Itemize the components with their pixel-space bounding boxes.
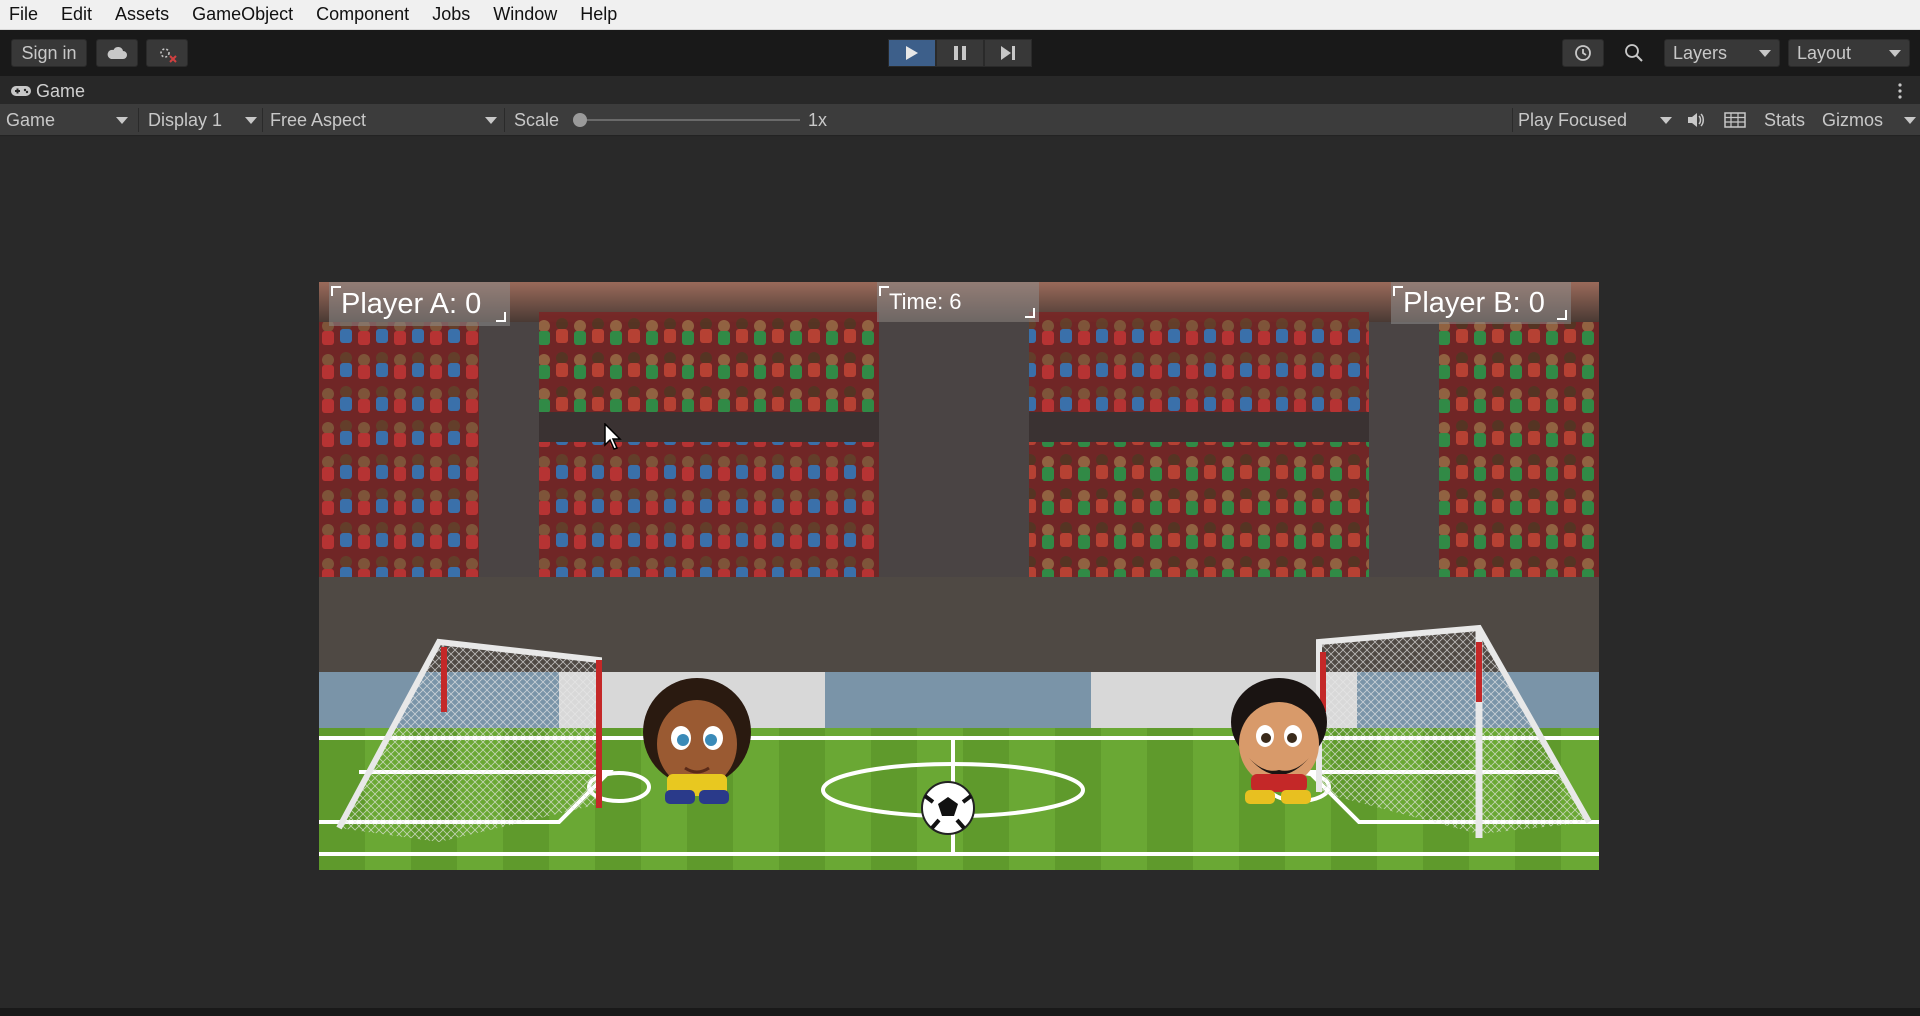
mute-audio-toggle[interactable]: [1686, 104, 1706, 136]
history-button[interactable]: [1562, 39, 1604, 67]
scale-slider-thumb[interactable]: [573, 113, 587, 127]
play-icon: [906, 46, 918, 60]
scale-slider-track[interactable]: [576, 119, 800, 121]
stats-button[interactable]: Stats: [1764, 104, 1805, 136]
crowd-section: [1029, 312, 1369, 412]
more-options-icon[interactable]: [1894, 82, 1906, 100]
soccer-scene: [319, 282, 1599, 870]
layout-dropdown[interactable]: Layout: [1788, 39, 1910, 67]
menu-component[interactable]: Component: [315, 4, 410, 25]
cloud-icon: [107, 46, 127, 59]
menu-help[interactable]: Help: [579, 4, 618, 25]
crowd-section: [1029, 442, 1369, 577]
play-controls: [888, 39, 1032, 67]
match-timer: Time: 6: [877, 282, 1039, 322]
tab-game[interactable]: Game: [10, 80, 85, 102]
menu-gameobject[interactable]: GameObject: [191, 4, 294, 25]
play-button[interactable]: [888, 39, 936, 67]
view-mode-label: Game: [6, 109, 56, 130]
chevron-down-icon: [116, 117, 128, 124]
stats-grid-toggle[interactable]: [1724, 104, 1746, 136]
player-a-score-text: Player A: 0: [341, 287, 482, 320]
menu-bar: File Edit Assets GameObject Component Jo…: [0, 0, 1920, 30]
search-icon: [1625, 44, 1643, 62]
mouse-cursor-icon: [604, 423, 622, 450]
gizmos-label: Gizmos: [1822, 109, 1884, 130]
pause-icon: [954, 46, 966, 60]
divider: [504, 108, 505, 132]
scale-value: 1x: [808, 109, 828, 130]
chevron-down-icon: [1660, 117, 1672, 124]
crowd-section: [539, 442, 879, 577]
status-bar: [0, 1008, 1920, 1016]
chevron-down-icon: [1904, 117, 1916, 124]
sign-in-button[interactable]: Sign in: [11, 39, 87, 67]
divider: [1512, 108, 1513, 132]
display-dropdown[interactable]: Display 1: [148, 104, 258, 136]
cloud-button[interactable]: [96, 39, 138, 67]
chevron-down-icon: [245, 117, 257, 124]
stadium-stairs: [479, 322, 539, 577]
player-b-score-text: Player B: 0: [1403, 286, 1545, 319]
crowd-section: [319, 322, 479, 577]
gizmos-dropdown[interactable]: Gizmos: [1822, 104, 1916, 136]
scale-label: Scale: [514, 109, 560, 130]
play-mode-dropdown[interactable]: Play Focused: [1518, 104, 1674, 136]
grid-icon: [1724, 112, 1746, 128]
search-button[interactable]: [1612, 39, 1656, 67]
display-label: Display 1: [148, 109, 223, 130]
stadium-stairs: [1369, 322, 1439, 577]
layers-dropdown[interactable]: Layers: [1664, 39, 1780, 67]
view-mode-dropdown[interactable]: Game: [6, 104, 134, 136]
layers-label: Layers: [1673, 42, 1728, 63]
menu-assets[interactable]: Assets: [114, 4, 170, 25]
soccer-ball: [921, 781, 975, 835]
game-view-toolbar: Game Display 1 Free Aspect Scale 1x Play…: [0, 104, 1920, 136]
game-render-view[interactable]: Player A: 0 Time: 6 Player B: 0: [319, 282, 1599, 870]
divider: [262, 108, 263, 132]
match-timer-text: Time: 6: [889, 289, 962, 314]
stadium-stairs: [879, 322, 1029, 577]
menu-jobs[interactable]: Jobs: [431, 4, 471, 25]
pause-button[interactable]: [936, 39, 984, 67]
chevron-down-icon: [485, 117, 497, 124]
gamepad-icon: [11, 86, 31, 96]
chevron-down-icon: [1759, 50, 1771, 57]
step-button[interactable]: [984, 39, 1032, 67]
crowd-section: [539, 312, 879, 412]
tab-game-label: Game: [36, 80, 86, 101]
divider: [138, 108, 139, 132]
speaker-icon: [1688, 113, 1704, 127]
crowd-section: [1439, 322, 1599, 577]
aspect-label: Free Aspect: [270, 109, 367, 130]
menu-window[interactable]: Window: [492, 4, 558, 25]
menu-edit[interactable]: Edit: [60, 4, 93, 25]
chevron-down-icon: [1889, 50, 1901, 57]
menu-file[interactable]: File: [8, 4, 39, 25]
step-icon: [1001, 46, 1015, 60]
player-a-score: Player A: 0: [329, 282, 510, 326]
aspect-dropdown[interactable]: Free Aspect: [270, 104, 500, 136]
collab-icon: [160, 48, 177, 63]
window-tab-bar: Game: [0, 76, 1920, 104]
collab-button[interactable]: [146, 39, 188, 67]
player-b-score: Player B: 0: [1391, 282, 1571, 324]
play-mode-label: Play Focused: [1518, 109, 1628, 130]
layout-label: Layout: [1797, 42, 1852, 63]
history-icon: [1575, 45, 1591, 61]
main-toolbar: Sign in Layers Layout: [0, 30, 1920, 76]
